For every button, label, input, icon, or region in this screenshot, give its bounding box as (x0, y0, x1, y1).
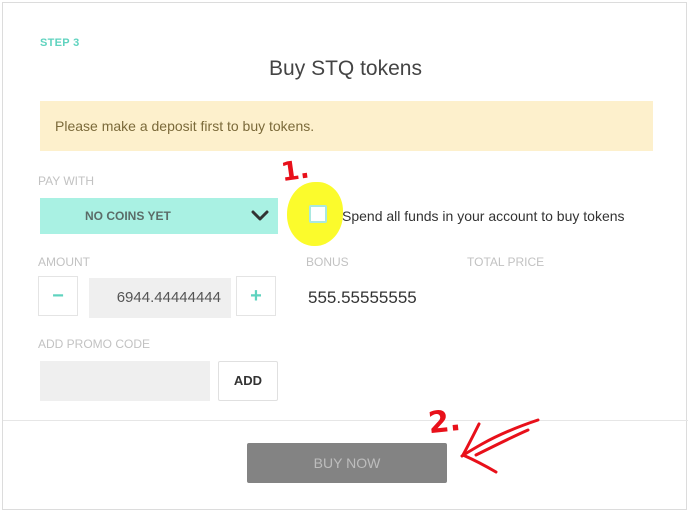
plus-icon: + (250, 285, 262, 307)
promo-code-input[interactable] (40, 361, 210, 401)
amount-label: AMOUNT (38, 255, 90, 269)
spend-all-label[interactable]: Spend all funds in your account to buy t… (342, 208, 625, 224)
increment-button[interactable]: + (236, 276, 276, 316)
pay-with-select[interactable]: NO COINS YET (40, 198, 278, 234)
amount-input[interactable]: 6944.44444444 (89, 278, 231, 318)
pay-with-label: PAY WITH (38, 174, 95, 188)
chevron-down-icon (251, 210, 269, 221)
promo-label: ADD PROMO CODE (38, 337, 151, 351)
bonus-label: BONUS (306, 255, 349, 269)
pay-with-selected: NO COINS YET (85, 209, 171, 223)
notice-text: Please make a deposit first to buy token… (55, 118, 315, 134)
divider (3, 420, 688, 421)
page-title: Buy STQ tokens (269, 57, 422, 80)
decrement-button[interactable]: − (38, 276, 78, 316)
buy-now-button[interactable]: BUY NOW (247, 443, 447, 483)
minus-icon: − (52, 285, 64, 307)
bonus-value: 555.55555555 (308, 288, 417, 307)
spend-all-checkbox[interactable] (309, 205, 327, 223)
add-promo-button[interactable]: ADD (218, 361, 278, 401)
step-label: STEP 3 (40, 37, 80, 49)
total-price-label: TOTAL PRICE (467, 255, 545, 269)
buy-tokens-card: STEP 3 Buy STQ tokens Please make a depo… (2, 2, 688, 510)
deposit-notice: Please make a deposit first to buy token… (40, 101, 653, 151)
